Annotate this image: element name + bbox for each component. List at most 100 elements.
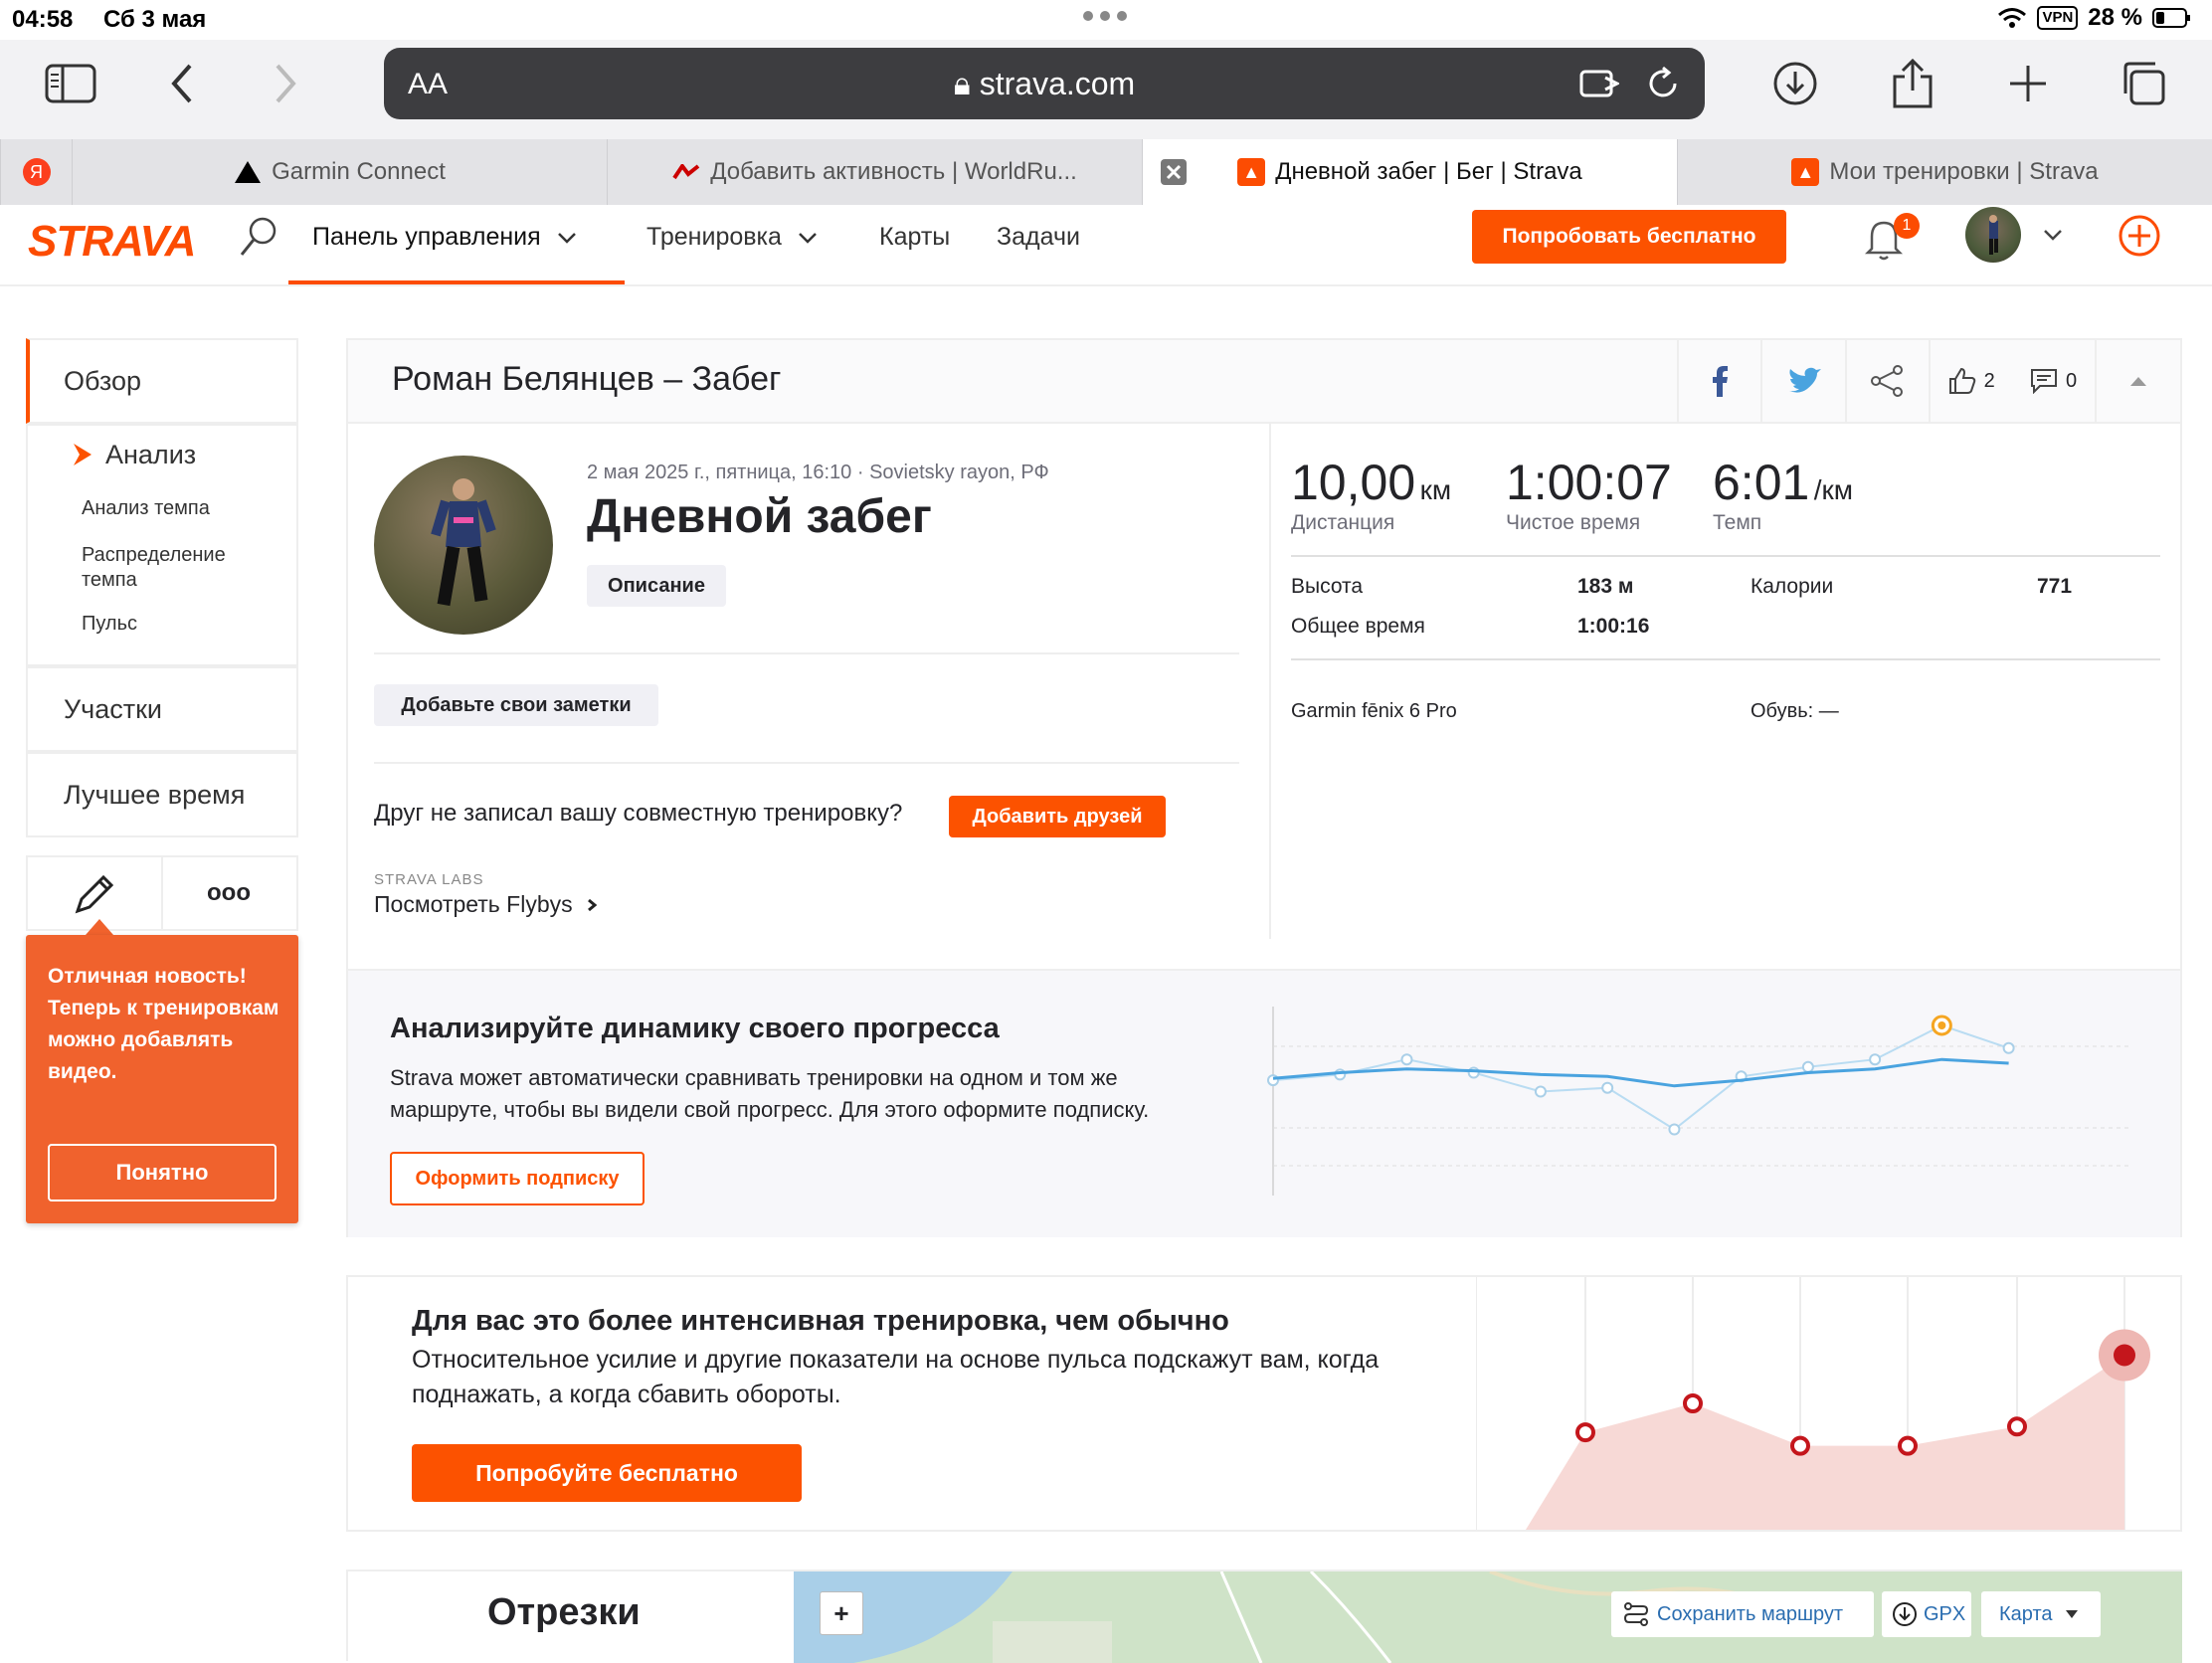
raw-point xyxy=(1801,1060,1814,1073)
sidebar-item-heart-rate[interactable]: Пульс xyxy=(82,613,137,636)
sidebar-analysis-group: Анализ Анализ темпа Распределение темпа … xyxy=(26,424,298,666)
sidebar-item-analysis[interactable]: Анализ xyxy=(105,440,196,470)
nav-maps[interactable]: Карты xyxy=(879,223,950,252)
url-text: strava.com xyxy=(979,66,1136,101)
sidebar-item-overview[interactable]: Обзор xyxy=(26,338,298,424)
downloads-icon[interactable] xyxy=(1760,40,1830,127)
address-bar[interactable]: AA 🔒︎ strava.com xyxy=(384,48,1705,119)
pace-label: Темп xyxy=(1713,511,1762,534)
raw-point xyxy=(2002,1041,2015,1054)
moving-time-value: 1:00:07 xyxy=(1506,455,1672,510)
browser-toolbar: AA 🔒︎ strava.com xyxy=(0,40,2212,139)
tab-strava-trainings[interactable]: ▲ Мои тренировки | Strava xyxy=(1677,139,2212,205)
add-notes-button[interactable]: Добавьте свои заметки xyxy=(374,684,658,726)
strava-header: STRAVA Панель управления Тренировка Карт… xyxy=(0,205,2212,286)
strava-chevron-icon xyxy=(72,442,93,467)
progress-promo-text: Strava может автоматически сравнивать тр… xyxy=(390,1065,1150,1122)
view-flybys-link[interactable]: Посмотреть Flybys xyxy=(374,891,597,918)
nav-dashboard[interactable]: Панель управления xyxy=(312,223,577,252)
try-free-effort-button[interactable]: Попробуйте бесплатно xyxy=(412,1444,802,1502)
nav-active-indicator xyxy=(288,280,625,284)
pace-value: 6:01 xyxy=(1713,455,1810,510)
tab-worldrun[interactable]: Добавить активность | WorldRu... xyxy=(607,139,1142,205)
new-tab-icon[interactable] xyxy=(1993,40,2063,127)
effort-point xyxy=(1575,1422,1595,1443)
avatar[interactable] xyxy=(1965,207,2021,263)
tab-yandex[interactable]: Я xyxy=(0,139,72,205)
sidebar-item-best-efforts[interactable]: Лучшее время xyxy=(26,752,298,837)
relative-effort-chart xyxy=(1476,1277,2150,1530)
strava-icon: ▲ xyxy=(1791,158,1820,186)
battery-icon xyxy=(2152,8,2190,28)
description-button[interactable]: Описание xyxy=(587,565,726,607)
try-free-button[interactable]: Попробовать бесплатно xyxy=(1472,210,1786,264)
tab-bar: Я Garmin Connect Добавить активность | W… xyxy=(0,139,2212,206)
map-type-select[interactable]: Карта xyxy=(1981,1591,2101,1637)
effort-area xyxy=(1526,1355,2124,1530)
column-divider xyxy=(1269,422,1271,939)
back-icon[interactable] xyxy=(147,40,217,127)
effort-promo: Для вас это более интенсивная тренировка… xyxy=(346,1275,2182,1532)
share-icon[interactable] xyxy=(1878,40,1947,127)
map-type-label: Карта xyxy=(1999,1602,2053,1625)
elapsed-label: Общее время xyxy=(1291,615,1425,638)
tab-garmin[interactable]: Garmin Connect xyxy=(72,139,607,205)
more-dots-icon: ooo xyxy=(207,879,251,906)
comments-button[interactable]: 0 xyxy=(2012,340,2094,422)
status-time: 04:58 xyxy=(12,6,74,33)
effort-point xyxy=(1683,1393,1703,1413)
reload-icon[interactable] xyxy=(1645,66,1681,101)
nav-training[interactable]: Тренировка xyxy=(646,223,818,252)
status-bar: 04:58 Сб 3 мая VPN 28 % xyxy=(0,0,2212,40)
multitask-dots-icon[interactable] xyxy=(1082,10,1128,22)
tab-label: Мои тренировки | Strava xyxy=(1829,158,2099,185)
gpx-download-button[interactable]: GPX xyxy=(1882,1591,1971,1637)
map-zoom-in-button[interactable]: + xyxy=(820,1591,863,1635)
download-icon xyxy=(1893,1602,1917,1626)
tab-strava-activity[interactable]: ▲ Дневной забег | Бег | Strava xyxy=(1142,139,1677,205)
save-route-button[interactable]: Сохранить маршрут xyxy=(1611,1591,1874,1637)
tooltip-got-it-button[interactable]: Понятно xyxy=(48,1144,276,1201)
chevron-down-icon[interactable] xyxy=(2043,229,2063,241)
activity-meta: 2 мая 2025 г., пятница, 16:10 · Sovietsk… xyxy=(587,462,1049,483)
url-field[interactable]: 🔒︎ strava.com xyxy=(384,66,1705,103)
tabs-overview-icon[interactable] xyxy=(2109,40,2178,127)
nav-maps-label: Карты xyxy=(879,223,951,251)
chevron-down-icon xyxy=(799,232,817,244)
sidebar-item-segments[interactable]: Участки xyxy=(26,666,298,752)
thumbs-up-icon xyxy=(1948,367,1975,394)
twitter-icon[interactable] xyxy=(1760,340,1844,422)
stat-pace: 6:01 /км Темп xyxy=(1713,454,1853,535)
search-icon[interactable] xyxy=(239,215,278,259)
current-effort-point xyxy=(2114,1344,2135,1367)
subscribe-button[interactable]: Оформить подписку xyxy=(390,1152,645,1205)
sidebar-item-pace-analysis[interactable]: Анализ темпа xyxy=(82,497,210,520)
distance-value: 10,00 xyxy=(1291,455,1416,510)
forward-icon[interactable] xyxy=(251,40,320,127)
route-map[interactable]: + Сохранить маршрут GPX Карта xyxy=(794,1571,2182,1663)
nav-challenges[interactable]: Задачи xyxy=(997,223,1080,252)
route-icon xyxy=(1623,1602,1649,1626)
distance-unit: км xyxy=(1419,474,1452,505)
divider xyxy=(1291,555,2160,557)
add-friends-button[interactable]: Добавить друзей xyxy=(949,796,1166,837)
translate-icon[interactable] xyxy=(1579,68,1619,99)
strava-logo[interactable]: STRAVA xyxy=(28,217,196,267)
worldrun-icon xyxy=(672,164,700,180)
close-tab-icon[interactable] xyxy=(1161,159,1187,185)
notification-badge: 1 xyxy=(1894,213,1920,239)
stat-distance: 10,00 км Дистанция xyxy=(1291,454,1451,535)
sidebar-toggle-icon[interactable] xyxy=(36,40,105,127)
sidebar-item-pace-distribution[interactable]: Распределение темпа xyxy=(82,543,280,593)
lock-icon: 🔒︎ xyxy=(953,66,971,101)
collapse-caret-icon[interactable] xyxy=(2094,340,2180,422)
segments-title: Отрезки xyxy=(487,1591,641,1633)
effort-point xyxy=(2007,1416,2027,1437)
more-actions-button[interactable]: ooo xyxy=(161,855,298,931)
facebook-icon[interactable] xyxy=(1677,340,1760,422)
share-network-icon[interactable] xyxy=(1844,340,1929,422)
kudos-button[interactable]: 2 xyxy=(1929,340,2012,422)
add-activity-plus-icon[interactable] xyxy=(2119,215,2160,257)
raw-point xyxy=(1869,1053,1882,1066)
notifications-bell-icon[interactable]: 1 xyxy=(1864,213,1920,261)
